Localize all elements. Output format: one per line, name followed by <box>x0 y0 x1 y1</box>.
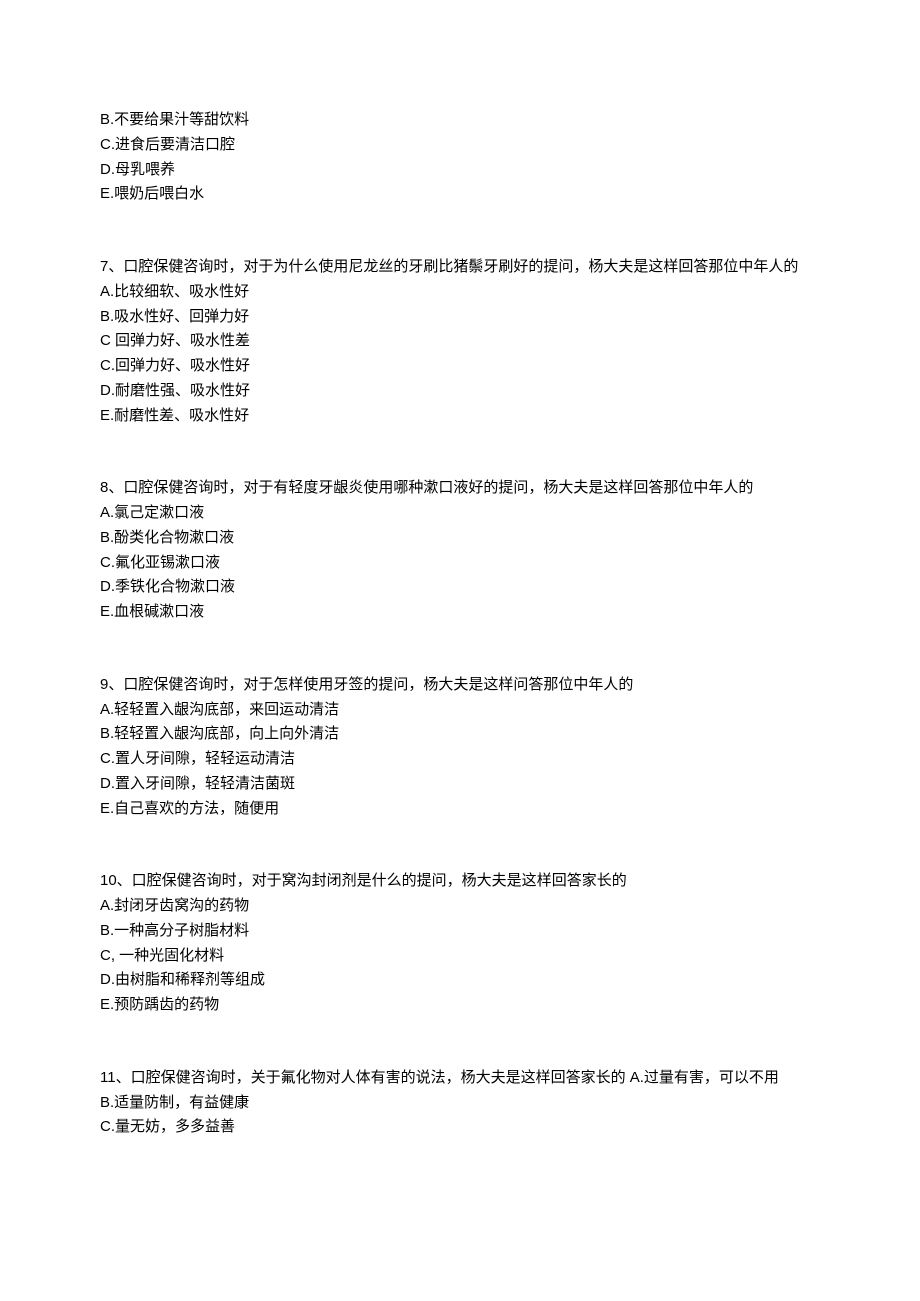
option: B.适量防制，有益健康 <box>100 1091 820 1116</box>
question-stem: 8、口腔保健咨询时，对于有轻度牙龈炎使用哪种漱口液好的提问，杨大夫是这样回答那位… <box>100 476 820 501</box>
document-page: B.不要给果汁等甜饮料 C.进食后要清洁口腔 D.母乳喂养 E.喂奶后喂白水 7… <box>0 0 920 1248</box>
option: E.耐磨性差、吸水性好 <box>100 404 820 429</box>
option: B.一种高分子树脂材料 <box>100 919 820 944</box>
question-stem: 7、口腔保健咨询时，对于为什么使用尼龙丝的牙刷比猪鬃牙刷好的提问，杨大夫是这样回… <box>100 255 820 280</box>
option: A.封闭牙齿窝沟的药物 <box>100 894 820 919</box>
option: D.耐磨性强、吸水性好 <box>100 379 820 404</box>
option: A.轻轻置入龈沟底部，来回运动清洁 <box>100 698 820 723</box>
option: C.氟化亚锡漱口液 <box>100 551 820 576</box>
option: B.吸水性好、回弹力好 <box>100 305 820 330</box>
question-stem: 10、口腔保健咨询时，对于窝沟封闭剂是什么的提问，杨大夫是这样回答家长的 <box>100 869 820 894</box>
question-stem: 9、口腔保健咨询时，对于怎样使用牙签的提问，杨大夫是这样问答那位中年人的 <box>100 673 820 698</box>
option: C.量无妨，多多益善 <box>100 1115 820 1140</box>
question-9: 9、口腔保健咨询时，对于怎样使用牙签的提问，杨大夫是这样问答那位中年人的 A.轻… <box>100 673 820 822</box>
question-stem: 11、口腔保健咨询时，关于氟化物对人体有害的说法，杨大夫是这样回答家长的 A.过… <box>100 1066 820 1091</box>
question-8: 8、口腔保健咨询时，对于有轻度牙龈炎使用哪种漱口液好的提问，杨大夫是这样回答那位… <box>100 476 820 625</box>
option: A.氯己定漱口液 <box>100 501 820 526</box>
option: C.回弹力好、吸水性好 <box>100 354 820 379</box>
option: D.母乳喂养 <box>100 158 820 183</box>
option: B.轻轻置入龈沟底部，向上向外清洁 <box>100 722 820 747</box>
option: E.自己喜欢的方法，随便用 <box>100 797 820 822</box>
option: A.比较细软、吸水性好 <box>100 280 820 305</box>
option: B.不要给果汁等甜饮料 <box>100 108 820 133</box>
option: D.季铁化合物漱口液 <box>100 575 820 600</box>
option: D.由树脂和稀释剂等组成 <box>100 968 820 993</box>
option: D.置入牙间隙，轻轻清洁菌斑 <box>100 772 820 797</box>
question-6-partial: B.不要给果汁等甜饮料 C.进食后要清洁口腔 D.母乳喂养 E.喂奶后喂白水 <box>100 108 820 207</box>
option: E.预防踽齿的药物 <box>100 993 820 1018</box>
option: E.喂奶后喂白水 <box>100 182 820 207</box>
option: B.酚类化合物漱口液 <box>100 526 820 551</box>
question-7: 7、口腔保健咨询时，对于为什么使用尼龙丝的牙刷比猪鬃牙刷好的提问，杨大夫是这样回… <box>100 255 820 428</box>
option: C, 一种光固化材料 <box>100 944 820 969</box>
option: C.进食后要清洁口腔 <box>100 133 820 158</box>
option: E.血根碱漱口液 <box>100 600 820 625</box>
option: C 回弹力好、吸水性差 <box>100 329 820 354</box>
question-10: 10、口腔保健咨询时，对于窝沟封闭剂是什么的提问，杨大夫是这样回答家长的 A.封… <box>100 869 820 1018</box>
option: C.置人牙间隙，轻轻运动清洁 <box>100 747 820 772</box>
question-11: 11、口腔保健咨询时，关于氟化物对人体有害的说法，杨大夫是这样回答家长的 A.过… <box>100 1066 820 1140</box>
